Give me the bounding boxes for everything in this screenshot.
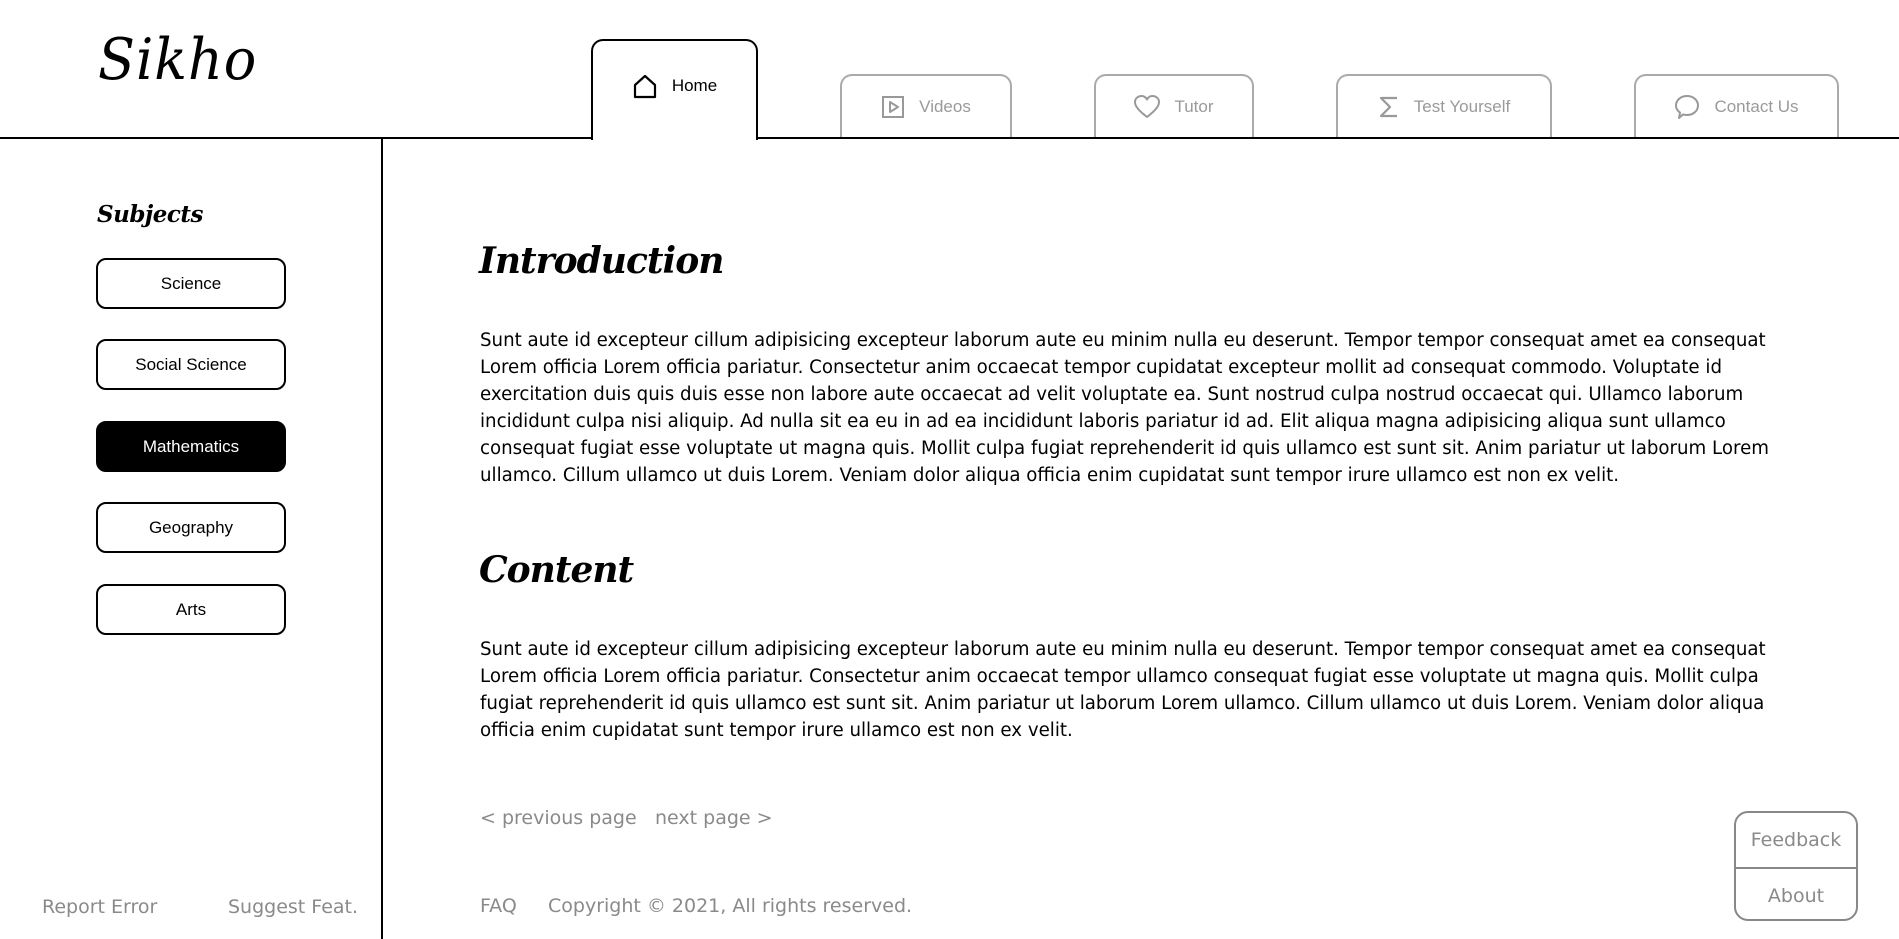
subject-social-science-button[interactable]: Social Science [96,339,286,390]
faq-link[interactable]: FAQ [480,895,517,917]
subjects-title: Subjects [97,201,203,228]
tab-test-yourself-label: Test Yourself [1413,97,1511,116]
tab-videos[interactable]: Videos [840,74,1012,138]
subject-mathematics-button[interactable]: Mathematics [96,421,286,472]
section-heading-content: Content [479,549,634,591]
next-page-link[interactable]: next page > [655,807,773,829]
section-heading-introduction: Introduction [479,240,724,282]
sigma-icon [1378,95,1400,119]
tab-tutor[interactable]: Tutor [1094,74,1254,138]
subject-science-button[interactable]: Science [96,258,286,309]
header: Sikho Home Videos Tutor Test Yourself Co… [0,0,1899,140]
tab-contact-us-label: Contact Us [1714,97,1799,116]
sidebar-divider [381,137,383,939]
suggest-feature-link[interactable]: Suggest Feat. [228,896,358,918]
header-divider [0,137,1899,139]
previous-page-link[interactable]: < previous page [480,807,637,829]
copyright-text: Copyright © 2021, All rights reserved. [548,895,913,917]
heart-icon [1134,95,1161,119]
home-icon [632,73,658,99]
report-error-link[interactable]: Report Error [42,896,157,918]
feedback-about-panel: Feedback About [1734,811,1858,921]
about-button[interactable]: About [1736,869,1856,919]
tab-test-yourself[interactable]: Test Yourself [1336,74,1552,138]
tab-home[interactable]: Home [591,39,758,140]
tab-home-label: Home [671,75,718,95]
section-text-content: Sunt aute id excepteur cillum adipisicin… [480,639,1766,741]
tab-videos-label: Videos [919,97,971,116]
speech-bubble-icon [1674,94,1700,120]
section-text-introduction: Sunt aute id excepteur cillum adipisicin… [480,330,1769,486]
tab-tutor-label: Tutor [1174,97,1214,116]
subject-arts-button[interactable]: Arts [96,584,286,635]
play-icon [881,95,905,119]
logo[interactable]: Sikho [98,26,257,92]
subject-geography-button[interactable]: Geography [96,502,286,553]
feedback-button[interactable]: Feedback [1736,813,1856,867]
tab-contact-us[interactable]: Contact Us [1634,74,1839,138]
